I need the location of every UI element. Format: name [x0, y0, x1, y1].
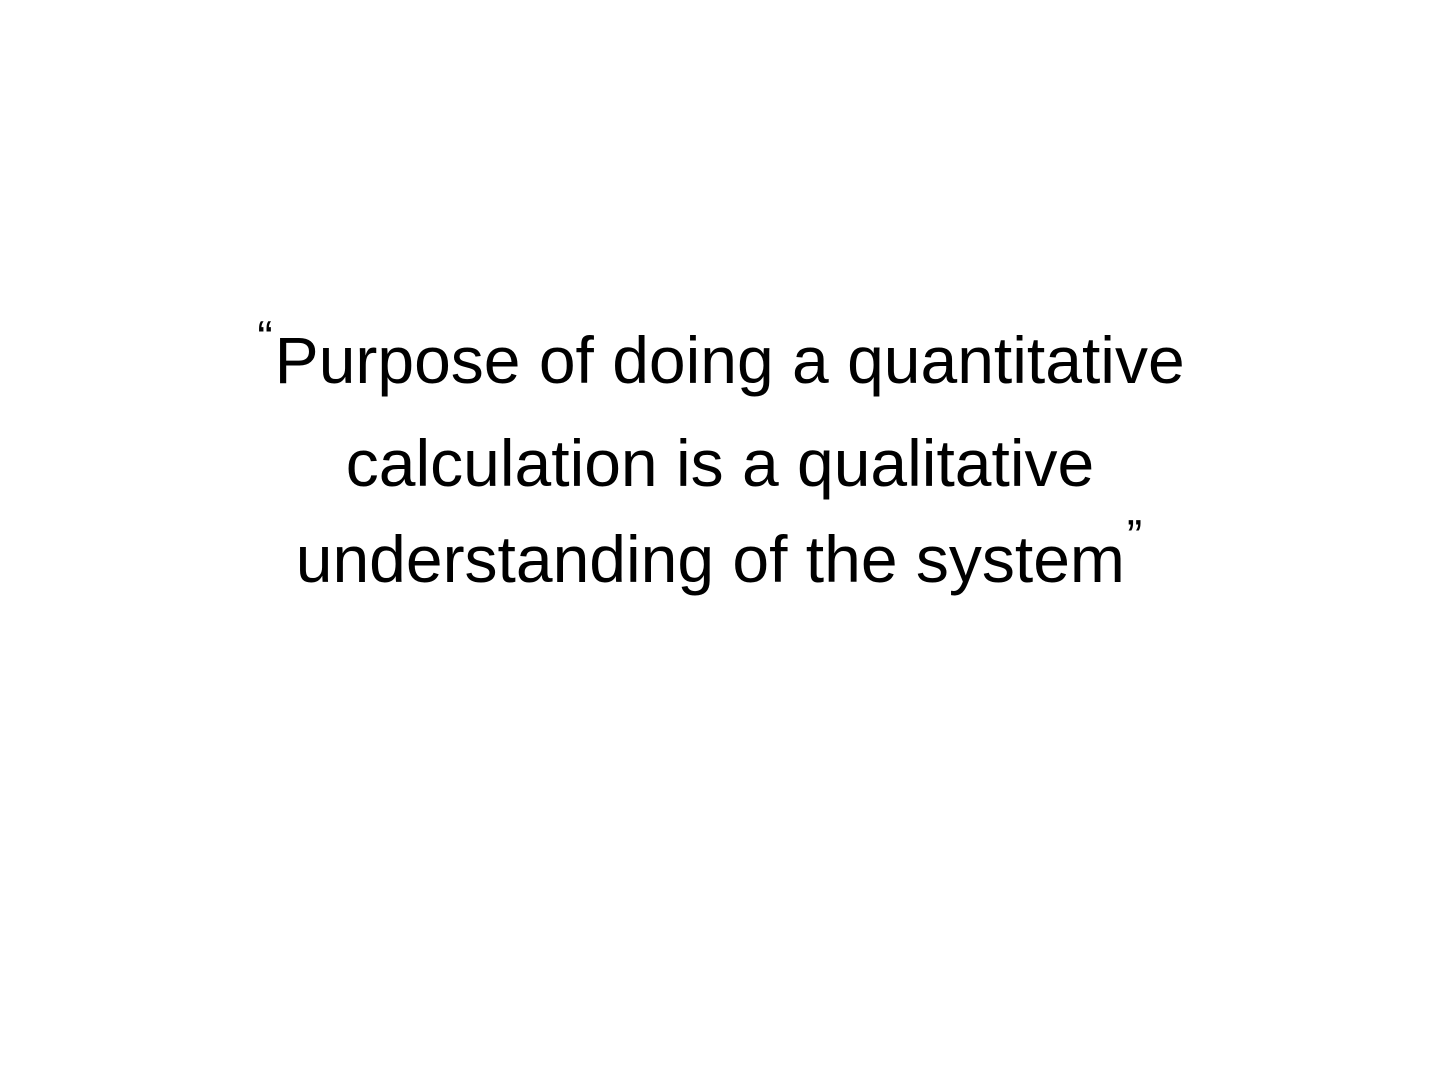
quote-line-2-text: calculation is a qualitative	[345, 426, 1095, 500]
open-quote-mark: “	[257, 311, 273, 363]
quote-line-1: “Purpose of doing a quantitative	[0, 311, 1440, 415]
quote-line-2: calculation is a qualitative	[0, 415, 1440, 511]
slide: “Purpose of doing a quantitative calcula…	[0, 0, 1440, 1080]
quote-line-1-text: Purpose of doing a quantitative	[274, 323, 1185, 397]
quote-line-3: understanding of the system”	[0, 510, 1440, 614]
close-quote-mark: ”	[1126, 510, 1143, 562]
quote-line-3-text: understanding of the system	[295, 522, 1125, 596]
quote-text: “Purpose of doing a quantitative calcula…	[0, 311, 1440, 614]
